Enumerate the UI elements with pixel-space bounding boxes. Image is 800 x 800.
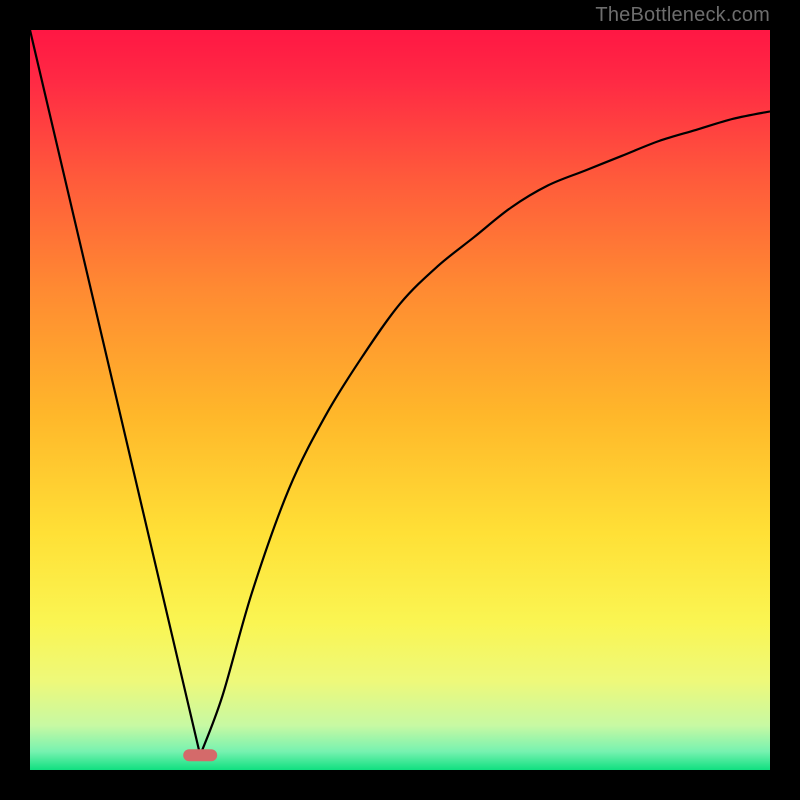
curve-left-branch bbox=[30, 30, 200, 755]
curve-svg bbox=[30, 30, 770, 770]
watermark-text: TheBottleneck.com bbox=[595, 4, 770, 27]
curve-right-branch bbox=[200, 111, 770, 755]
chart-frame: TheBottleneck.com bbox=[0, 0, 800, 800]
plot-area bbox=[30, 30, 770, 770]
optimum-marker bbox=[183, 749, 217, 761]
